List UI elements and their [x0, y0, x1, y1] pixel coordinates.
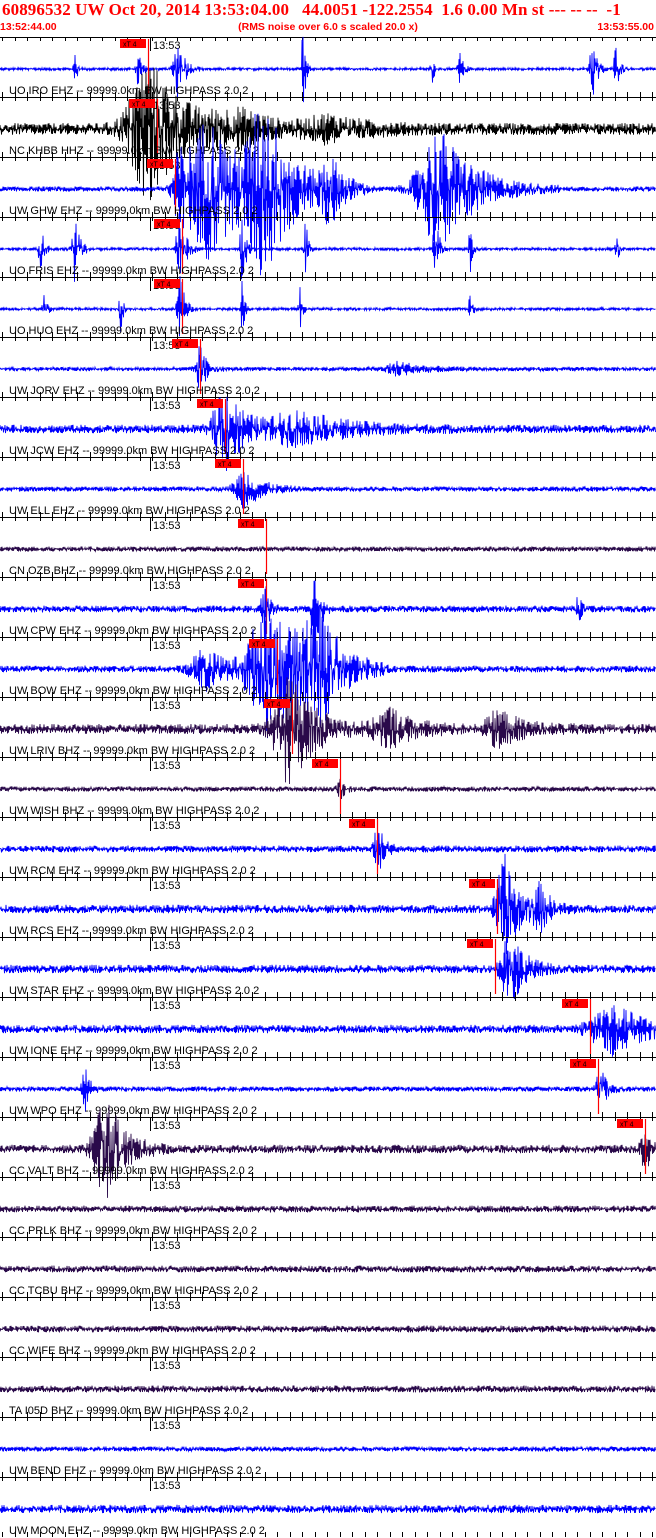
minute-mark-label: 13:53 — [153, 1180, 181, 1192]
trace-row: 13:53 xT 4 UW ELL EHZ -- 99999.0km BW HIGH… — [0, 457, 656, 517]
pick-label: xT 4 — [565, 1002, 579, 1009]
minute-mark-label: 13:53 — [153, 880, 181, 892]
waveform — [0, 1385, 656, 1393]
trace-row: 13:53 UW BEND EHZ -- 99999.0km BW HIGHPAS… — [0, 1417, 656, 1477]
channel-label: CC TCBU BHZ -- 99999.0km BW HIGHPASS 2.0… — [9, 1285, 258, 1297]
channel-label: CC WIFE BHZ -- 99999.0km BW HIGHPASS 2.0… — [9, 1345, 256, 1357]
minute-mark-label: 13:53 — [153, 580, 181, 592]
channel-label: CC VALT BHZ -- 99999.0km BW HIGHPASS 2.0… — [9, 1165, 254, 1177]
minute-mark-label: 13:53 — [153, 760, 181, 772]
minute-mark-label: 13:53 — [153, 1120, 181, 1132]
trace-row: 13:53 xT 4 UO IRO EHZ -- 99999.0km BW HIGH… — [0, 36, 656, 103]
trace-row: 13:53xT 4UO FRIS EHZ -- 99999.0km BW HIG… — [0, 213, 656, 282]
pick-label: xT 4 — [218, 462, 232, 469]
pick-label: xT 4 — [241, 522, 255, 529]
minute-mark-label: 13:53 — [153, 1420, 181, 1432]
pick-label: xT 4 — [315, 762, 329, 769]
pick-label: xT 4 — [267, 702, 281, 709]
channel-label: UW MOON EHZ -- 99999.0km BW HIGHPASS 2.0… — [9, 1525, 265, 1537]
minute-mark-label: 13:53 — [153, 1300, 181, 1312]
channel-label: UO HUO EHZ -- 99999.0km BW HIGHPASS 2.0 … — [9, 325, 253, 337]
pick-label: xT 4 — [157, 222, 171, 229]
pick-label: xT 4 — [352, 822, 366, 829]
channel-label: UW BOW EHZ -- 99999.0km BW HIGHPASS 2.0 … — [9, 685, 257, 697]
channel-label: TA I05D BHZ -- 99999.0km BW HIGHPASS 2.0… — [9, 1405, 248, 1417]
trace-row: 13:53 xT 4 UW RCM EHZ -- 99999.0km BW HIGH… — [0, 817, 656, 877]
minute-mark-label: 13:53 — [153, 460, 181, 472]
channel-label: UW RCS EHZ -- 99999.0km BW HIGHPASS 2.0 … — [9, 925, 254, 937]
seismogram-panel: 13:53 xT 4 UO IRO EHZ -- 99999.0km BW HIGH… — [0, 36, 656, 1537]
trace-row: 13:53xT 4UO HUO EHZ -- 99999.0km BW HIGH… — [0, 276, 656, 337]
channel-label: UW JCW EHZ -- 99999.0km BW HIGHPASS 2.0 … — [9, 445, 255, 457]
channel-label: UW CPW EHZ -- 99999.0km BW HIGHPASS 2.0 … — [9, 625, 256, 637]
minute-mark-label: 13:53 — [153, 40, 181, 52]
trace-row: 13:53 CC WIFE BHZ -- 99999.0km BW HIGHPAS… — [0, 1297, 656, 1357]
trace-row: 13:53 xT 4 UW STAR EHZ -- 99999.0km BW HIG… — [0, 937, 656, 1000]
channel-label: UW WPO EHZ -- 99999.0km BW HIGHPASS 2.0 … — [9, 1105, 257, 1117]
channel-label: UW GHW EHZ -- 99999.0km BW HIGHPASS 2.0 … — [9, 205, 258, 217]
pick-label: xT 4 — [157, 282, 171, 289]
trace-row: 13:53 xT 4 UW IONE EHZ -- 99999.0km BW HIG… — [0, 997, 656, 1057]
trace-row: 13:53 CC TCBU BHZ -- 99999.0km BW HIGHPAS… — [0, 1237, 656, 1297]
waveform — [0, 1265, 656, 1273]
minute-mark-label: 13:53 — [153, 700, 181, 712]
channel-label: UO IRO EHZ -- 99999.0km BW HIGHPASS 2.0 … — [9, 85, 248, 97]
waveform — [0, 832, 656, 869]
waveform — [0, 778, 656, 801]
waveform — [0, 545, 656, 553]
pick-label: xT 4 — [573, 1062, 587, 1069]
waveform — [0, 1324, 656, 1333]
minute-mark-label: 13:53 — [153, 400, 181, 412]
trace-row: 13:53 UW MOON EHZ -- 99999.0km BW HIGHPAS… — [0, 1477, 656, 1537]
trace-row: 13:53 xT 4 UW WISH BHZ -- 99999.0km BW HIG… — [0, 757, 656, 817]
pick-label: xT 4 — [150, 162, 164, 169]
trace-row: 13:53 CC PRLK BHZ -- 99999.0km BW HIGHPAS… — [0, 1177, 656, 1237]
pick-label: xT 4 — [472, 882, 486, 889]
channel-label: UW RCM EHZ -- 99999.0km BW HIGHPASS 2.0 … — [9, 865, 256, 877]
channel-label: CN OZB BHZ -- 99999.0km BW HIGHPASS 2.0 … — [9, 565, 251, 577]
minute-mark-label: 13:53 — [153, 1360, 181, 1372]
channel-label: UW BEND EHZ -- 99999.0km BW HIGHPASS 2.0… — [9, 1465, 261, 1477]
channel-label: UW IONE EHZ -- 99999.0km BW HIGHPASS 2.0… — [9, 1045, 258, 1057]
waveform — [0, 1445, 656, 1453]
pick-label: xT 4 — [620, 1122, 634, 1129]
channel-label: UW LRIV BHZ -- 99999.0km BW HIGHPASS 2.0… — [9, 745, 255, 757]
channel-label: CC PRLK BHZ -- 99999.0km BW HIGHPASS 2.0… — [9, 1225, 257, 1237]
waveform — [0, 346, 656, 388]
trace-row: 13:53 xT 4 CC VALT BHZ -- 99999.0km BW HIG… — [0, 1104, 656, 1198]
minute-mark-label: 13:53 — [153, 640, 181, 652]
trace-row: 13:53 xT 4 CN OZB BHZ -- 99999.0km BW HIGH… — [0, 517, 656, 577]
channel-label: UW STAR EHZ -- 99999.0km BW HIGHPASS 2.0… — [9, 985, 259, 997]
waveform — [0, 472, 656, 509]
waveform — [0, 1504, 656, 1514]
channel-label: UW WISH BHZ -- 99999.0km BW HIGHPASS 2.0… — [9, 805, 259, 817]
pick-label: xT 4 — [175, 342, 189, 349]
channel-label: UO FRIS EHZ -- 99999.0km BW HIGHPASS 2.0… — [9, 265, 254, 277]
minute-mark-label: 13:53 — [153, 820, 181, 832]
trace-row: 13:53 xT 4 UW WPO EHZ -- 99999.0km BW HIGH… — [0, 1057, 656, 1117]
minute-mark-label: 13:53 — [153, 1480, 181, 1492]
pick-label: xT 4 — [200, 402, 214, 409]
minute-mark-label: 13:53 — [153, 1000, 181, 1012]
pick-label: xT 4 — [132, 102, 146, 109]
pick-label: xT 4 — [470, 942, 484, 949]
channel-label: UW JORV EHZ -- 99999.0km BW HIGHPASS 2.0… — [9, 385, 260, 397]
pick-label: xT 4 — [252, 642, 266, 649]
waveform — [0, 1205, 656, 1213]
channel-label: UW ELL EHZ -- 99999.0km BW HIGHPASS 2.0 … — [9, 505, 250, 517]
pick-label: xT 4 — [241, 582, 255, 589]
trace-row: 13:53 TA I05D BHZ -- 99999.0km BW HIGHPAS… — [0, 1357, 656, 1417]
minute-mark-label: 13:53 — [153, 940, 181, 952]
minute-mark-label: 13:53 — [153, 1240, 181, 1252]
trace-row: 13:53xT 4UW JORV EHZ -- 99999.0km BW HIG… — [0, 337, 656, 397]
minute-mark-label: 13:53 — [153, 1060, 181, 1072]
minute-mark-label: 13:53 — [153, 520, 181, 532]
pick-label: xT 4 — [123, 42, 137, 49]
